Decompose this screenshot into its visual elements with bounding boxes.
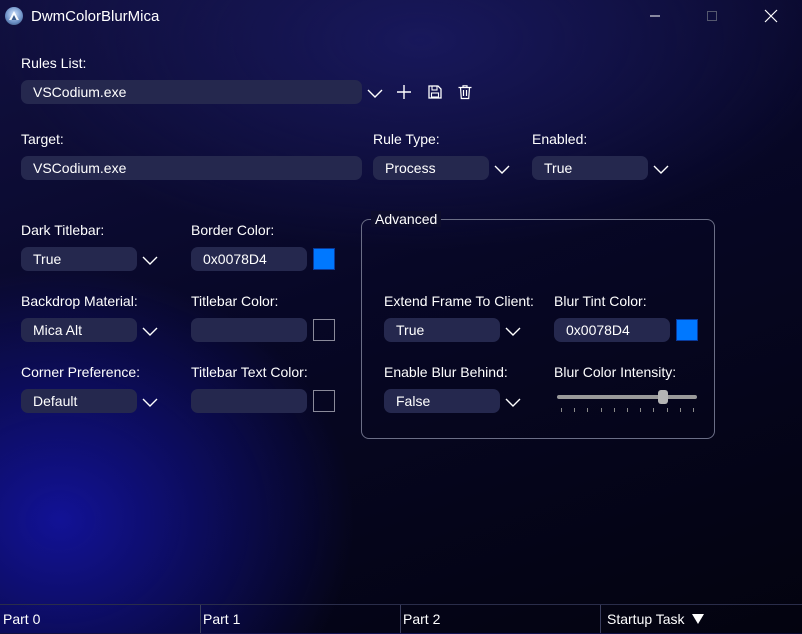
dark-titlebar-chevron-down-icon[interactable]: [141, 253, 159, 267]
enabled-select[interactable]: True: [532, 156, 648, 180]
slider-tick: [627, 408, 628, 412]
border-color-label: Border Color:: [191, 222, 275, 238]
delete-icon[interactable]: [457, 84, 473, 100]
dark-titlebar-label: Dark Titlebar:: [21, 222, 105, 238]
window-title: DwmColorBlurMica: [31, 8, 160, 25]
slider-tick: [574, 408, 576, 412]
advanced-group-title: Advanced: [371, 211, 442, 227]
close-icon: [764, 9, 778, 23]
corner-preference-chevron-down-icon[interactable]: [141, 395, 159, 409]
slider-tick: [693, 408, 694, 412]
maximize-icon: [707, 11, 717, 21]
blur-tint-color-swatch[interactable]: [676, 319, 698, 341]
enabled-chevron-down-icon[interactable]: [652, 162, 670, 176]
title-bar: DwmColorBlurMica: [0, 0, 802, 34]
dark-titlebar-select[interactable]: True: [21, 247, 137, 271]
blur-tint-color-label: Blur Tint Color:: [554, 293, 647, 309]
status-part-1: Part 1: [203, 611, 241, 627]
target-input[interactable]: VSCodium.exe: [21, 156, 362, 180]
status-separator: [600, 605, 601, 633]
startup-task-label: Startup Task: [607, 611, 685, 627]
status-part-2: Part 2: [403, 611, 441, 627]
rule-type-select[interactable]: Process: [373, 156, 489, 180]
rules-list-select[interactable]: VSCodium.exe: [21, 80, 362, 104]
slider-tick: [600, 408, 602, 412]
backdrop-material-label: Backdrop Material:: [21, 293, 138, 309]
border-color-input[interactable]: 0x0078D4: [191, 247, 307, 271]
slider-tick: [679, 408, 681, 412]
slider-tick: [561, 408, 562, 412]
titlebar-text-color-swatch[interactable]: [313, 390, 335, 412]
slider-tick: [653, 408, 655, 412]
minimize-icon: [650, 15, 660, 17]
titlebar-text-color-label: Titlebar Text Color:: [191, 364, 308, 380]
triangle-down-icon: [692, 614, 705, 624]
save-icon[interactable]: [427, 84, 443, 100]
extend-frame-label: Extend Frame To Client:: [384, 293, 534, 309]
startup-task-button[interactable]: Startup Task: [604, 605, 724, 633]
rules-list-chevron-down-icon[interactable]: [366, 86, 384, 100]
close-button[interactable]: [748, 0, 794, 32]
add-icon[interactable]: [396, 84, 412, 100]
slider-tick: [613, 408, 615, 412]
slider-tick: [587, 408, 589, 412]
titlebar-color-swatch[interactable]: [313, 319, 335, 341]
enable-blur-behind-select[interactable]: False: [384, 389, 500, 413]
enable-blur-behind-chevron-down-icon[interactable]: [504, 395, 522, 409]
slider-tick: [666, 408, 668, 412]
minimize-button[interactable]: [632, 0, 678, 32]
rules-list-label: Rules List:: [21, 55, 87, 71]
border-color-swatch[interactable]: [313, 248, 335, 270]
rule-type-label: Rule Type:: [373, 131, 440, 147]
blur-color-intensity-label: Blur Color Intensity:: [554, 364, 677, 380]
extend-frame-select[interactable]: True: [384, 318, 500, 342]
maximize-button[interactable]: [689, 0, 735, 32]
corner-preference-label: Corner Preference:: [21, 364, 141, 380]
blur-intensity-slider-track[interactable]: [557, 395, 697, 399]
enabled-label: Enabled:: [532, 131, 588, 147]
enable-blur-behind-label: Enable Blur Behind:: [384, 364, 508, 380]
backdrop-material-chevron-down-icon[interactable]: [141, 324, 159, 338]
titlebar-color-input[interactable]: [191, 318, 307, 342]
blur-tint-color-input[interactable]: 0x0078D4: [554, 318, 670, 342]
extend-frame-chevron-down-icon[interactable]: [504, 324, 522, 338]
slider-tick: [640, 408, 642, 412]
titlebar-color-label: Titlebar Color:: [191, 293, 279, 309]
backdrop-material-select[interactable]: Mica Alt: [21, 318, 137, 342]
target-label: Target:: [21, 131, 64, 147]
rule-type-chevron-down-icon[interactable]: [493, 162, 511, 176]
blur-intensity-slider-thumb[interactable]: [658, 390, 669, 404]
status-part-0: Part 0: [3, 611, 41, 627]
titlebar-text-color-input[interactable]: [191, 389, 307, 413]
app-logo-icon: [5, 7, 23, 25]
corner-preference-select[interactable]: Default: [21, 389, 137, 413]
